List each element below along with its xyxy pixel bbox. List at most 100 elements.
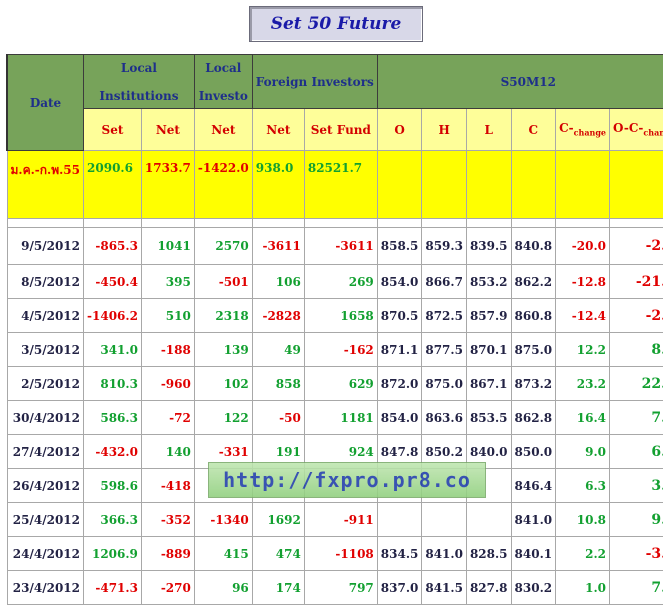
cell-close: 862.8 xyxy=(511,401,556,435)
cell-close: 873.2 xyxy=(511,367,556,401)
spacer-cell xyxy=(466,219,511,228)
cell-high: 866.7 xyxy=(422,265,467,299)
cell-local-inst-net: 1041 xyxy=(141,228,194,265)
cell-low: 867.1 xyxy=(466,367,511,401)
cell-c-change: 9.0 xyxy=(556,435,610,469)
cell-close: 841.0 xyxy=(511,503,556,537)
cell-close: 846.4 xyxy=(511,469,556,503)
cell-local-set: -1406.2 xyxy=(84,299,142,333)
cell-oc-change: 9.8 xyxy=(610,503,663,537)
summary-cell: 82521.7 xyxy=(304,151,377,219)
cell-foreign-net: 174 xyxy=(252,571,304,605)
cell-oc-change: 7.8 xyxy=(610,571,663,605)
s50m12-header: S50M12 xyxy=(377,55,663,109)
cell-local-inst-net: -960 xyxy=(141,367,194,401)
cell-set-fund: -911 xyxy=(304,503,377,537)
table-row: 25/4/2012366.3-352-13401692-911841.010.8… xyxy=(7,503,663,537)
cell-oc-change: -2.3 xyxy=(610,228,663,265)
watermark: http://fxpro.pr8.co xyxy=(208,462,486,498)
cell-high: 859.3 xyxy=(422,228,467,265)
cell-local-investo-net: 122 xyxy=(194,401,252,435)
sub-header-open: O xyxy=(377,109,422,151)
cell-oc-change: -2.7 xyxy=(610,299,663,333)
cell-low: 857.9 xyxy=(466,299,511,333)
cell-local-investo-net: 2318 xyxy=(194,299,252,333)
cell-local-set: -471.3 xyxy=(84,571,142,605)
summary-empty xyxy=(511,151,556,219)
cell-local-set: 586.3 xyxy=(84,401,142,435)
cell-c-change: -12.8 xyxy=(556,265,610,299)
local-investo-line2: Investo xyxy=(198,89,249,103)
cell-low: 853.5 xyxy=(466,401,511,435)
cell-date: 3/5/2012 xyxy=(7,333,84,367)
cell-foreign-net: -3611 xyxy=(252,228,304,265)
cell-set-fund: 1181 xyxy=(304,401,377,435)
cell-oc-change: -21.0 xyxy=(610,265,663,299)
cell-open: 854.0 xyxy=(377,265,422,299)
cell-close: 875.0 xyxy=(511,333,556,367)
cell-local-inst-net: -270 xyxy=(141,571,194,605)
local-investo-line1: Local xyxy=(198,61,249,75)
summary-empty xyxy=(610,151,663,219)
cell-local-inst-net: -352 xyxy=(141,503,194,537)
cell-local-set: 1206.9 xyxy=(84,537,142,571)
cell-open: 854.0 xyxy=(377,401,422,435)
spacer-cell xyxy=(610,219,663,228)
cell-date: 4/5/2012 xyxy=(7,299,84,333)
cell-c-change: 12.2 xyxy=(556,333,610,367)
spacer-cell xyxy=(194,219,252,228)
cell-c-change: 16.4 xyxy=(556,401,610,435)
cell-date: 8/5/2012 xyxy=(7,265,84,299)
cell-set-fund: -3611 xyxy=(304,228,377,265)
date-header: Date xyxy=(7,55,84,151)
cell-set-fund: 797 xyxy=(304,571,377,605)
cell-oc-change: 8.3 xyxy=(610,333,663,367)
cell-oc-change: -3.4 xyxy=(610,537,663,571)
cell-open: 872.0 xyxy=(377,367,422,401)
sub-header-net: Net xyxy=(252,109,304,151)
sub-header-high: H xyxy=(422,109,467,151)
cell-local-set: -865.3 xyxy=(84,228,142,265)
table-row: 8/5/2012-450.4395-501106269854.0866.7853… xyxy=(7,265,663,299)
cell-open: 858.5 xyxy=(377,228,422,265)
cell-c-change: -12.4 xyxy=(556,299,610,333)
cell-set-fund: -1108 xyxy=(304,537,377,571)
cell-oc-change: 3.0 xyxy=(610,469,663,503)
cell-low: 827.8 xyxy=(466,571,511,605)
cell-close: 862.2 xyxy=(511,265,556,299)
spacer-cell xyxy=(422,219,467,228)
sub-header-close: C xyxy=(511,109,556,151)
cell-date: 26/4/2012 xyxy=(7,469,84,503)
cell-high: 872.5 xyxy=(422,299,467,333)
sub-header-set-fund: Set Fund xyxy=(304,109,377,151)
cell-c-change: 23.2 xyxy=(556,367,610,401)
cell-foreign-net: 858 xyxy=(252,367,304,401)
cell-close: 860.8 xyxy=(511,299,556,333)
cell-set-fund: 629 xyxy=(304,367,377,401)
cell-set-fund: 1658 xyxy=(304,299,377,333)
spacer-cell xyxy=(304,219,377,228)
summary-empty xyxy=(556,151,610,219)
cell-c-change: -20.0 xyxy=(556,228,610,265)
sub-header-low: L xyxy=(466,109,511,151)
cell-high: 841.0 xyxy=(422,537,467,571)
local-institutions-line1: Local xyxy=(87,61,191,75)
cell-local-inst-net: 395 xyxy=(141,265,194,299)
cell-date: 30/4/2012 xyxy=(7,401,84,435)
cell-oc-change: 6.8 xyxy=(610,435,663,469)
cell-local-investo-net: 102 xyxy=(194,367,252,401)
spacer-cell xyxy=(556,219,610,228)
cell-low: 870.1 xyxy=(466,333,511,367)
cell-date: 25/4/2012 xyxy=(7,503,84,537)
sub-header-oc-change: O-C-change xyxy=(610,109,663,151)
local-institutions-line2: Institutions xyxy=(87,89,191,103)
sub-header-net: Net xyxy=(141,109,194,151)
spacer-cell xyxy=(84,219,142,228)
futures-table: Date Local Institutions Local Investo Fo… xyxy=(6,54,663,605)
spacer-cell xyxy=(141,219,194,228)
table-row: 9/5/2012-865.310412570-3611-3611858.5859… xyxy=(7,228,663,265)
cell-c-change: 6.3 xyxy=(556,469,610,503)
local-institutions-header: Local Institutions xyxy=(84,55,195,109)
summary-label: ม.ค.-ก.พ.55 xyxy=(7,151,84,219)
cell-set-fund: 269 xyxy=(304,265,377,299)
